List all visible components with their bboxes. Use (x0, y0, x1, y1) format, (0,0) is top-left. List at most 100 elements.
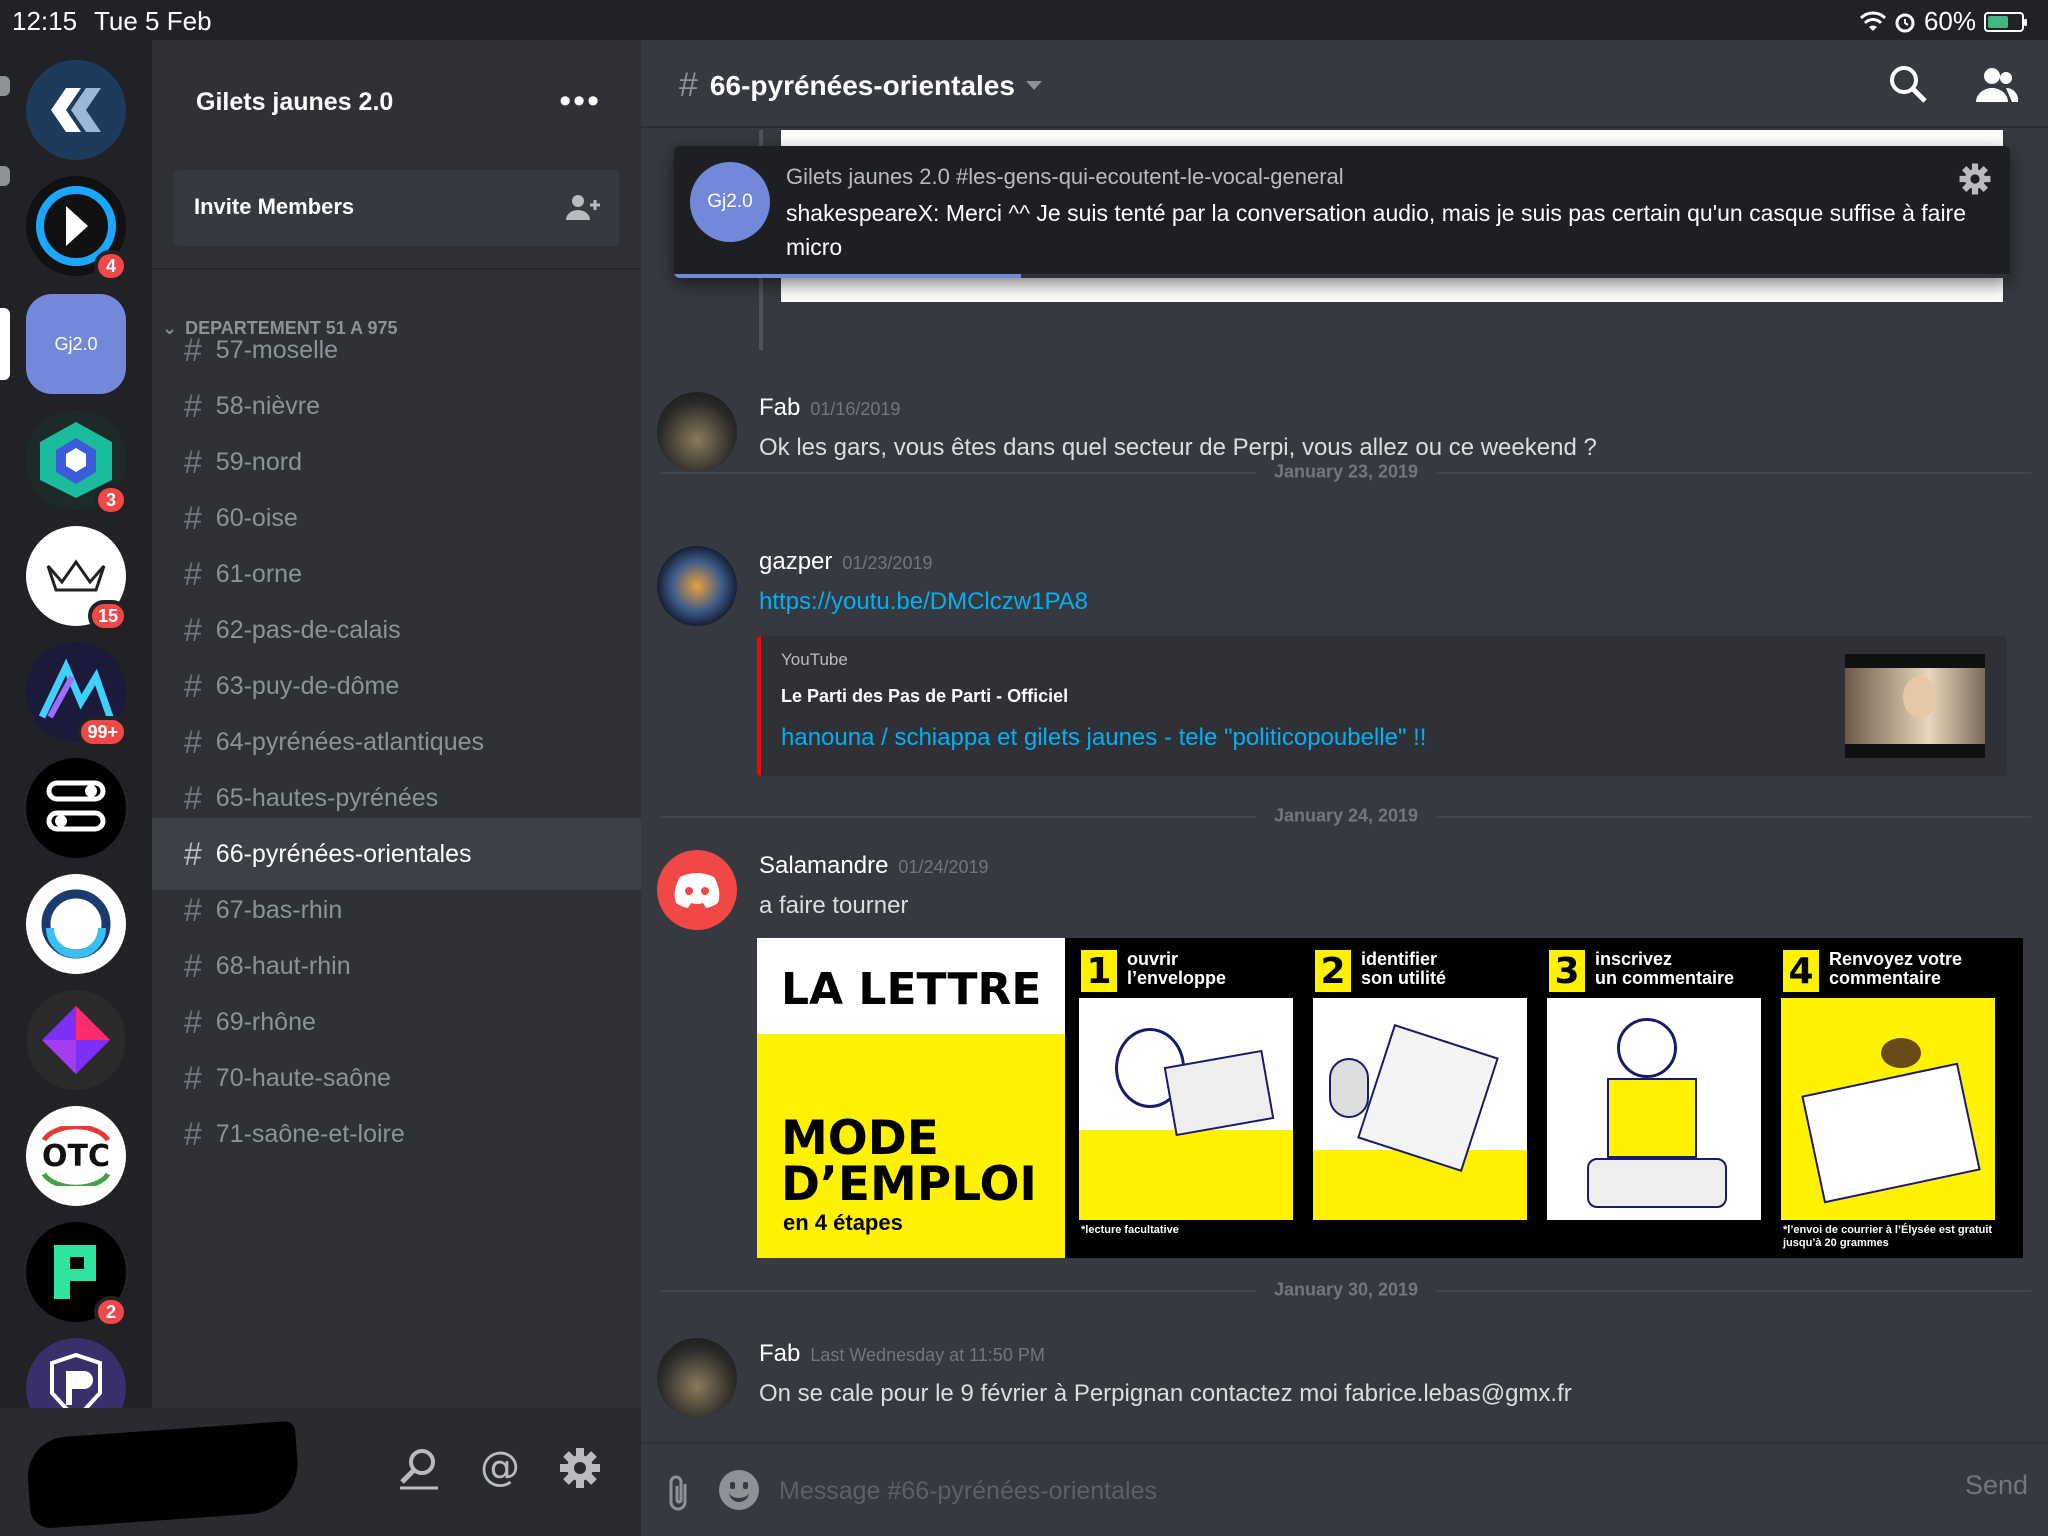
ring-logo-icon (41, 889, 111, 959)
hash-icon: # (184, 947, 202, 984)
channel-name: 57-moselle (215, 335, 339, 364)
server-icon[interactable]: 4 (26, 176, 128, 282)
step-label: Renvoyez votre commentaire (1829, 950, 1962, 988)
crown-logo-icon (46, 559, 106, 592)
otc-logo-icon: OTC (41, 1126, 111, 1186)
date-divider: January 24, 2019 (661, 805, 2031, 827)
channel-name: 59-nord (215, 447, 302, 476)
server-badge: 2 (94, 1296, 128, 1328)
message-link[interactable]: https://youtu.be/DMClczw1PA8 (759, 588, 1088, 616)
date-divider-label: January 24, 2019 (1255, 805, 1437, 827)
search-icon[interactable] (1888, 64, 1928, 104)
status-time: 12:15 (12, 6, 78, 36)
guild-name[interactable]: Gilets jaunes 2.0 (196, 88, 393, 117)
server-icon[interactable]: 2 (26, 1222, 128, 1328)
date-divider-label: January 23, 2019 (1255, 461, 1437, 483)
channel-name: 71-saône-et-loire (215, 1119, 405, 1148)
server-icon[interactable] (26, 874, 126, 974)
guild-menu-button[interactable]: ••• (559, 82, 601, 121)
server-icon[interactable] (26, 990, 126, 1090)
toast-settings-gear-icon[interactable] (1958, 162, 1992, 196)
message-author[interactable]: Fab Last Wednesday at 11:50 PM (759, 1340, 1045, 1368)
step-number: 3 (1549, 950, 1585, 992)
mentions-icon[interactable]: @ (478, 1446, 522, 1490)
server-rail: 4 Gj2.0 3 15 99+ OTC 2 (0, 40, 152, 1536)
members-icon[interactable] (1972, 66, 2020, 104)
channel-name: 58-nièvre (215, 391, 321, 420)
server-icon[interactable]: 3 (26, 410, 128, 516)
chat-header: # 66-pyrénées-orientales (641, 40, 2048, 128)
channel-name: 62-pas-de-calais (215, 615, 401, 644)
toast-message: shakespeareX: Merci ^^ Je suis tenté par… (786, 200, 1967, 260)
user-avatar[interactable] (657, 850, 737, 930)
step-number: 4 (1783, 950, 1819, 992)
unread-pill (0, 166, 10, 186)
step-label-line1: ouvrir (1127, 949, 1179, 969)
svg-text:@: @ (480, 1446, 520, 1490)
embed-provider: YouTube (781, 650, 848, 669)
notification-toast[interactable]: Gj2.0 Gilets jaunes 2.0 #les-gens-qui-ec… (674, 146, 2010, 278)
message-input[interactable] (779, 1462, 1879, 1520)
server-icon-active[interactable]: Gj2.0 (26, 294, 126, 394)
thumbnail-face (1903, 676, 1937, 718)
step-note: *l’envoi de courrier à l’Élysée est grat… (1783, 1224, 1993, 1249)
wifi-icon (1859, 11, 1886, 31)
server-icon[interactable]: 15 (26, 526, 128, 632)
user-avatar[interactable] (657, 1338, 737, 1418)
chevron-down-icon (1025, 80, 1042, 90)
channel-sidebar: Gilets jaunes 2.0 ••• Invite Members ⌄ DE… (152, 40, 641, 1408)
channel-title[interactable]: # 66-pyrénées-orientales (679, 66, 1043, 105)
message-timestamp: Last Wednesday at 11:50 PM (810, 1345, 1045, 1365)
settings-gear-icon[interactable] (558, 1446, 602, 1490)
video-thumbnail[interactable] (1845, 654, 1985, 758)
server-badge: 3 (94, 484, 128, 516)
author-name: Fab (759, 394, 801, 421)
channel-item[interactable]: #71-saône-et-loire (152, 1098, 641, 1170)
server-icon[interactable] (26, 60, 126, 160)
infographic-step: 1 ouvrir l’enveloppe *lecture facultative (1073, 938, 1297, 1258)
toast-progress-bar (674, 274, 1022, 278)
find-friends-icon[interactable] (396, 1446, 442, 1492)
infographic-step: 2 identifier son utilité (1307, 938, 1531, 1258)
server-icon[interactable]: 99+ (26, 642, 128, 748)
svg-text:OTC: OTC (42, 1139, 110, 1174)
alarm-icon (1895, 13, 1915, 32)
message-content: On se cale pour le 9 février à Perpignan… (759, 1380, 1572, 1407)
p-logo-icon (54, 1245, 96, 1299)
step-label: identifier son utilité (1361, 950, 1446, 988)
diamond-logo-icon (42, 1006, 110, 1074)
server-icon[interactable]: OTC (26, 1106, 126, 1206)
status-bar: 12:15 Tue 5 Feb 60% (0, 0, 2048, 40)
channel-name: 70-haute-saône (215, 1063, 391, 1092)
hash-icon: # (184, 667, 202, 704)
status-date: Tue 5 Feb (94, 6, 212, 36)
emoji-icon[interactable] (719, 1470, 759, 1510)
invite-members-button[interactable]: Invite Members (174, 170, 619, 246)
message-list: Fab 01/16/2019 Ok les gars, vous êtes dan… (641, 130, 2048, 1442)
hash-icon: # (184, 835, 202, 872)
embed-author[interactable]: Le Parti des Pas de Parti - Officiel (781, 686, 1068, 707)
message-author[interactable]: Salamandre 01/24/2019 (759, 852, 989, 880)
message-author[interactable]: gazper 01/23/2019 (759, 548, 932, 576)
user-avatar[interactable] (657, 546, 737, 626)
embed-title-link[interactable]: hanouna / schiappa et gilets jaunes - te… (781, 724, 1426, 752)
step-label-line2: son utilité (1361, 968, 1446, 988)
image-attachment[interactable]: LA LETTRE MODE D’EMPLOI en 4 étapes 1 ouv… (757, 938, 2023, 1258)
invite-members-label: Invite Members (194, 194, 355, 219)
message-author[interactable]: Fab 01/16/2019 (759, 394, 900, 422)
youtube-embed: YouTube Le Parti des Pas de Parti - Offi… (757, 636, 2007, 776)
server-icon[interactable] (26, 758, 126, 858)
message-timestamp: 01/16/2019 (810, 399, 901, 419)
paperclip-icon[interactable] (663, 1472, 693, 1514)
battery-icon (1984, 11, 2027, 32)
hash-icon: # (184, 387, 202, 424)
channel-name: 63-puy-de-dôme (215, 671, 400, 700)
user-avatar[interactable] (657, 392, 737, 472)
step-label: ouvrir l’enveloppe (1127, 950, 1226, 988)
infographic-step: 4 Renvoyez votre commentaire *l’envoi de … (1775, 938, 1999, 1258)
toast-server-avatar: Gj2.0 (690, 162, 770, 242)
server-badge: 99+ (77, 716, 128, 748)
hash-icon: # (184, 611, 202, 648)
hash-icon: # (184, 331, 202, 368)
send-button[interactable]: Send (1965, 1470, 2028, 1501)
